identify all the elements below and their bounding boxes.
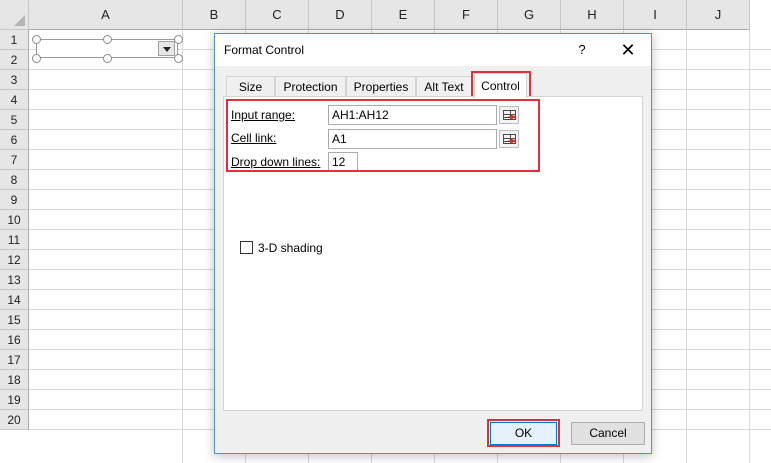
column-header-g[interactable]: G bbox=[498, 0, 561, 30]
row-header-9[interactable]: 9 bbox=[0, 190, 29, 210]
row-header-8[interactable]: 8 bbox=[0, 170, 29, 190]
input-range-label: Input range: bbox=[231, 108, 296, 122]
resize-handle[interactable] bbox=[32, 54, 41, 63]
resize-handle[interactable] bbox=[32, 35, 41, 44]
ok-button[interactable]: OK bbox=[490, 422, 557, 445]
chevron-down-icon[interactable] bbox=[158, 41, 175, 56]
close-icon[interactable]: ✕ bbox=[613, 39, 643, 61]
drop-down-lines-label: Drop down lines: bbox=[231, 155, 321, 169]
resize-handle[interactable] bbox=[103, 35, 112, 44]
row-header-16[interactable]: 16 bbox=[0, 330, 29, 350]
resize-handle[interactable] bbox=[174, 54, 183, 63]
column-header-b[interactable]: B bbox=[183, 0, 246, 30]
shading-label: 3-D shading bbox=[258, 241, 323, 255]
row-header-15[interactable]: 15 bbox=[0, 310, 29, 330]
column-header-d[interactable]: D bbox=[309, 0, 372, 30]
row-header-5[interactable]: 5 bbox=[0, 110, 29, 130]
row-header-3[interactable]: 3 bbox=[0, 70, 29, 90]
column-header-f[interactable]: F bbox=[435, 0, 498, 30]
cell-selector-button[interactable] bbox=[499, 130, 519, 148]
row-header-20[interactable]: 20 bbox=[0, 410, 29, 430]
row-header-18[interactable]: 18 bbox=[0, 370, 29, 390]
drop-down-lines-field[interactable]: 12 bbox=[328, 152, 358, 172]
tab-properties[interactable]: Properties bbox=[346, 76, 416, 97]
shading-checkbox[interactable] bbox=[240, 241, 253, 254]
control-panel: Input range: AH1:AH12 Cell link: A1 Drop… bbox=[223, 96, 643, 411]
row-header-2[interactable]: 2 bbox=[0, 50, 29, 70]
cell-link-label: Cell link: bbox=[231, 131, 277, 145]
row-header-12[interactable]: 12 bbox=[0, 250, 29, 270]
row-header-13[interactable]: 13 bbox=[0, 270, 29, 290]
row-header-7[interactable]: 7 bbox=[0, 150, 29, 170]
grid-line bbox=[686, 30, 687, 463]
row-header-1[interactable]: 1 bbox=[0, 30, 29, 50]
select-all-corner[interactable] bbox=[0, 0, 29, 30]
help-button[interactable]: ? bbox=[567, 39, 597, 61]
row-header-19[interactable]: 19 bbox=[0, 390, 29, 410]
resize-handle[interactable] bbox=[174, 35, 183, 44]
grid-line bbox=[182, 30, 183, 463]
row-header-17[interactable]: 17 bbox=[0, 350, 29, 370]
column-header-h[interactable]: H bbox=[561, 0, 624, 30]
column-header-j[interactable]: J bbox=[687, 0, 750, 30]
tab-control[interactable]: Control bbox=[474, 73, 527, 98]
column-header-i[interactable]: I bbox=[624, 0, 687, 30]
dialog-title: Format Control bbox=[224, 43, 305, 57]
row-header-4[interactable]: 4 bbox=[0, 90, 29, 110]
dialog-titlebar: Format Control ? ✕ bbox=[215, 34, 651, 66]
tab-alt-text[interactable]: Alt Text bbox=[416, 76, 472, 97]
resize-handle[interactable] bbox=[103, 54, 112, 63]
row-header-10[interactable]: 10 bbox=[0, 210, 29, 230]
row-header-6[interactable]: 6 bbox=[0, 130, 29, 150]
grid-line bbox=[749, 30, 750, 463]
row-header-14[interactable]: 14 bbox=[0, 290, 29, 310]
range-selector-button[interactable] bbox=[499, 106, 519, 124]
input-range-field[interactable]: AH1:AH12 bbox=[328, 105, 497, 125]
collapse-dialog-icon bbox=[503, 134, 516, 144]
tab-size[interactable]: Size bbox=[226, 76, 275, 97]
column-header-a[interactable]: A bbox=[29, 0, 183, 30]
cell-link-field[interactable]: A1 bbox=[328, 129, 497, 149]
format-control-dialog: Format Control ? ✕ Size Protection Prope… bbox=[214, 33, 652, 454]
column-header-c[interactable]: C bbox=[246, 0, 309, 30]
collapse-dialog-icon bbox=[503, 110, 516, 120]
column-header-e[interactable]: E bbox=[372, 0, 435, 30]
row-header-11[interactable]: 11 bbox=[0, 230, 29, 250]
tab-protection[interactable]: Protection bbox=[275, 76, 346, 97]
cancel-button[interactable]: Cancel bbox=[571, 422, 645, 445]
select-all-icon bbox=[14, 15, 25, 26]
